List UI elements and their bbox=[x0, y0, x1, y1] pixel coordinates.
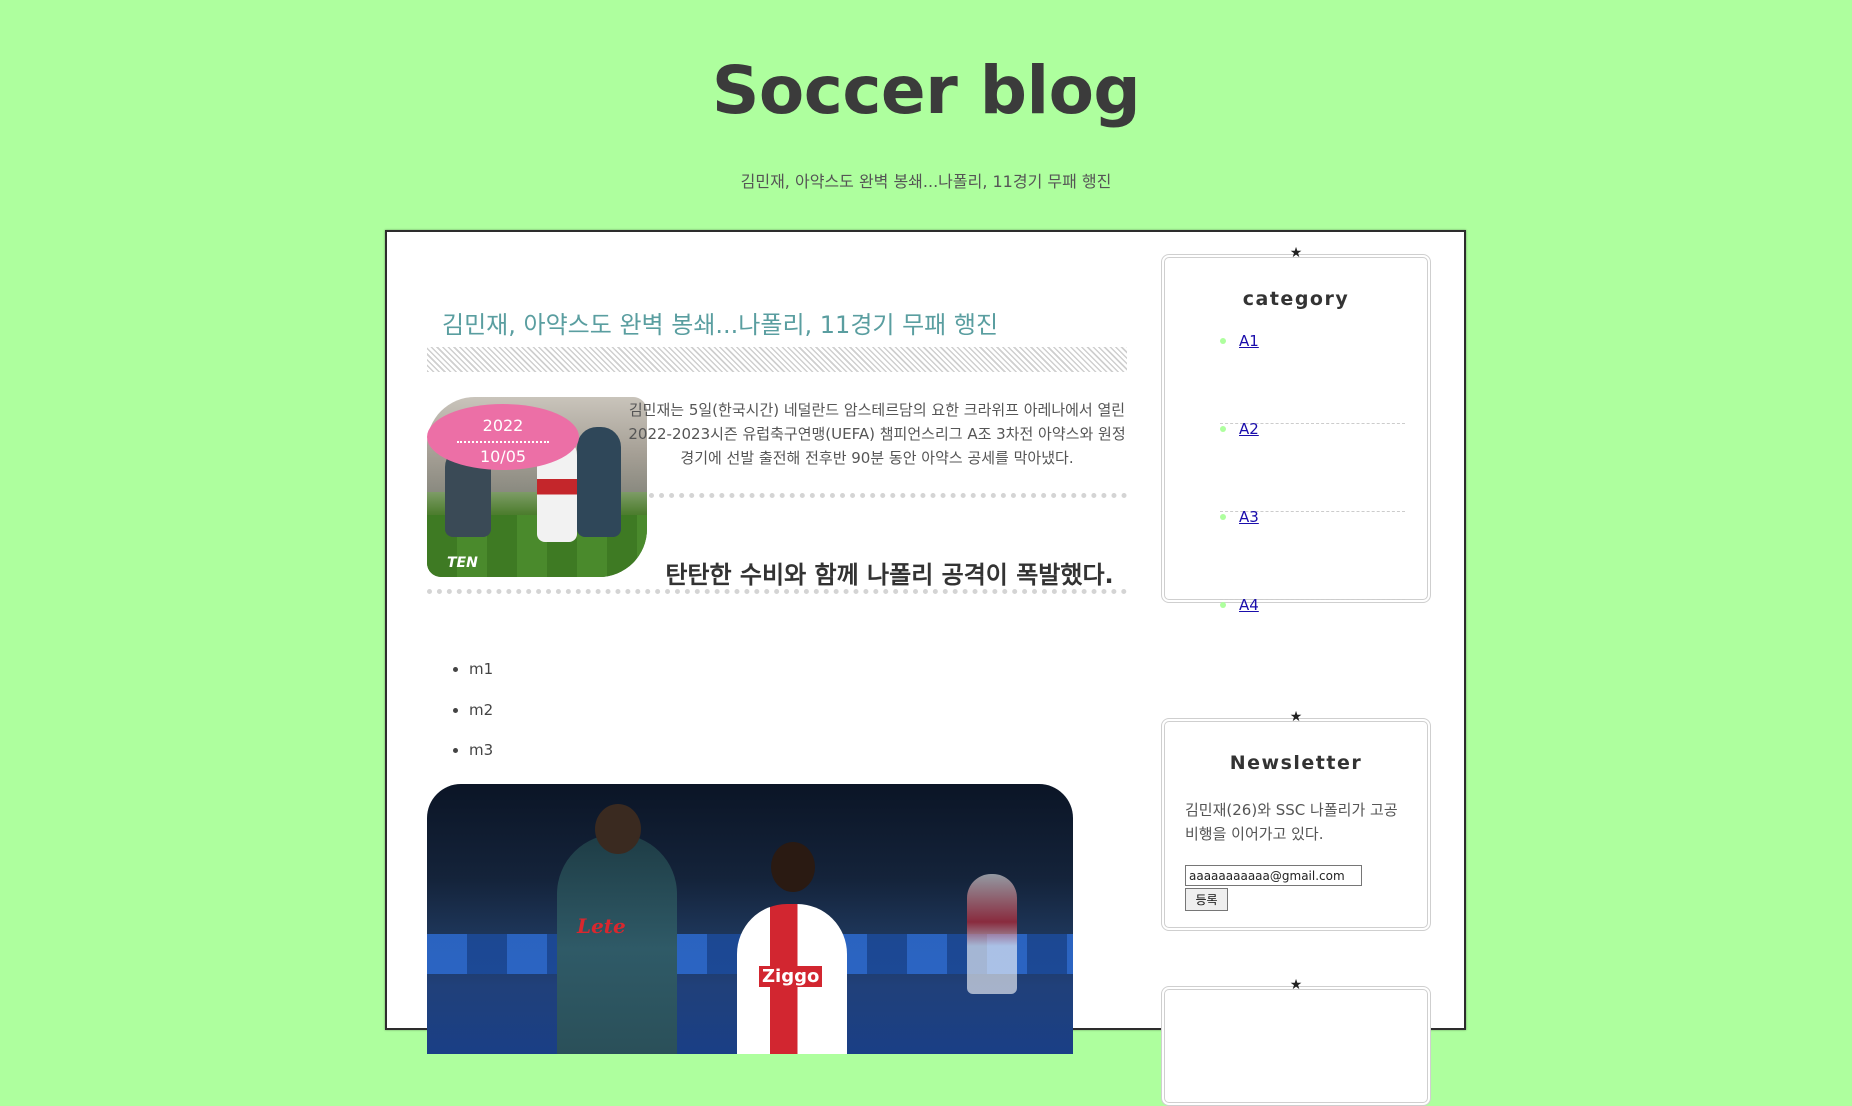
category-item: A2 bbox=[1220, 420, 1405, 512]
category-link-a1[interactable]: A1 bbox=[1239, 332, 1259, 350]
star-icon: ★ bbox=[1289, 977, 1303, 993]
newsletter-title: Newsletter bbox=[1229, 752, 1363, 774]
bullet-icon bbox=[1220, 426, 1226, 432]
newsletter-widget: ★ Newsletter 김민재(26)와 SSC 나폴리가 고공 비행을 이어… bbox=[1161, 710, 1431, 931]
jersey-sponsor: Lete bbox=[577, 914, 626, 938]
list-item: m2 bbox=[469, 702, 493, 744]
content-container: 김민재, 아약스도 완벽 봉쇄...나폴리, 11경기 무패 행진 TEN 20… bbox=[385, 230, 1466, 1106]
bullet-icon bbox=[1220, 338, 1226, 344]
subscribe-button[interactable]: 등록 bbox=[1185, 888, 1228, 911]
bullet-icon bbox=[1220, 514, 1226, 520]
list-item: m3 bbox=[469, 743, 493, 784]
player-head bbox=[771, 842, 815, 892]
category-link-a3[interactable]: A3 bbox=[1239, 508, 1259, 526]
category-item: A4 bbox=[1220, 596, 1405, 688]
date-badge: 2022 10/05 bbox=[427, 404, 579, 470]
date-divider bbox=[457, 441, 549, 443]
category-widget: ★ category A1 A2 A3 A4 bbox=[1161, 246, 1431, 614]
category-item: A3 bbox=[1220, 508, 1405, 600]
player-figure bbox=[967, 874, 1017, 994]
post-intro-text: 김민재는 5일(한국시간) 네덜란드 암스테르담의 요한 크라위프 아레나에서 … bbox=[628, 401, 1126, 467]
post-subheading: 탄탄한 수비와 함께 나폴리 공격이 폭발했다. bbox=[665, 561, 1114, 589]
category-list: A1 A2 A3 A4 bbox=[1220, 332, 1405, 688]
category-link-a4[interactable]: A4 bbox=[1239, 596, 1259, 614]
dotted-divider-top bbox=[649, 493, 1127, 498]
category-link-a2[interactable]: A2 bbox=[1239, 420, 1259, 438]
player-head bbox=[595, 804, 641, 854]
player-figure: Ziggo bbox=[737, 842, 847, 1054]
post-bullet-list: m1 m2 m3 bbox=[427, 662, 493, 784]
site-title: Soccer blog bbox=[711, 52, 1141, 129]
post-hero-image: Lete Ziggo bbox=[427, 784, 1073, 1054]
sidebar-widget: ★ bbox=[1161, 978, 1431, 1106]
newsletter-description: 김민재(26)와 SSC 나폴리가 고공 비행을 이어가고 있다. bbox=[1185, 801, 1398, 843]
star-icon: ★ bbox=[1289, 245, 1303, 261]
dotted-divider-bottom bbox=[427, 589, 1127, 594]
star-icon: ★ bbox=[1289, 709, 1303, 725]
site-subtitle: 김민재, 아약스도 완벽 봉쇄...나폴리, 11경기 무패 행진 bbox=[740, 172, 1112, 191]
post-title: 김민재, 아약스도 완벽 봉쇄...나폴리, 11경기 무패 행진 bbox=[442, 311, 999, 339]
player-figure bbox=[577, 427, 621, 537]
thumbnail-watermark: TEN bbox=[447, 555, 478, 571]
bullet-icon bbox=[1220, 602, 1226, 608]
category-item: A1 bbox=[1220, 332, 1405, 424]
date-month-day: 10/05 bbox=[479, 447, 527, 466]
date-year: 2022 bbox=[482, 416, 524, 435]
list-item: m1 bbox=[469, 662, 493, 703]
title-divider-stripes bbox=[427, 347, 1127, 372]
category-title: category bbox=[1242, 288, 1350, 310]
player-figure: Lete bbox=[557, 804, 677, 1054]
jersey-sponsor: Ziggo bbox=[759, 966, 823, 987]
email-input[interactable] bbox=[1185, 865, 1362, 886]
